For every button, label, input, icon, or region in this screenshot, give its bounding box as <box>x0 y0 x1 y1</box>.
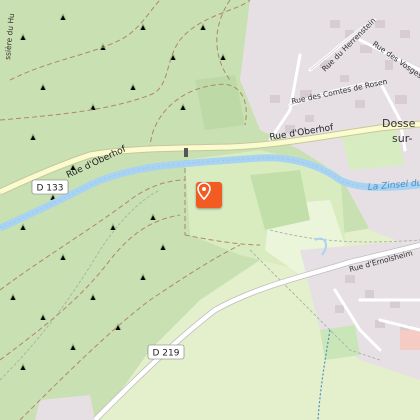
bridge-marker <box>184 148 188 157</box>
svg-text:D 219: D 219 <box>153 349 180 359</box>
residential-pink-block <box>400 330 420 350</box>
map-canvas[interactable]: Rue d'Oberhof Rue d'Oberhof Rue d'Ernols… <box>0 0 420 420</box>
svg-text:D 133: D 133 <box>37 184 64 194</box>
map-view[interactable]: Rue d'Oberhof Rue d'Oberhof Rue d'Ernols… <box>0 0 420 420</box>
map-marker[interactable] <box>196 182 222 208</box>
map-pin-icon <box>197 182 211 200</box>
route-shield-d219: D 219 <box>147 344 185 360</box>
label-town-line2: sur- <box>392 132 413 145</box>
route-shield-d133: D 133 <box>31 179 69 195</box>
label-town-line1: Dosse <box>382 117 416 130</box>
